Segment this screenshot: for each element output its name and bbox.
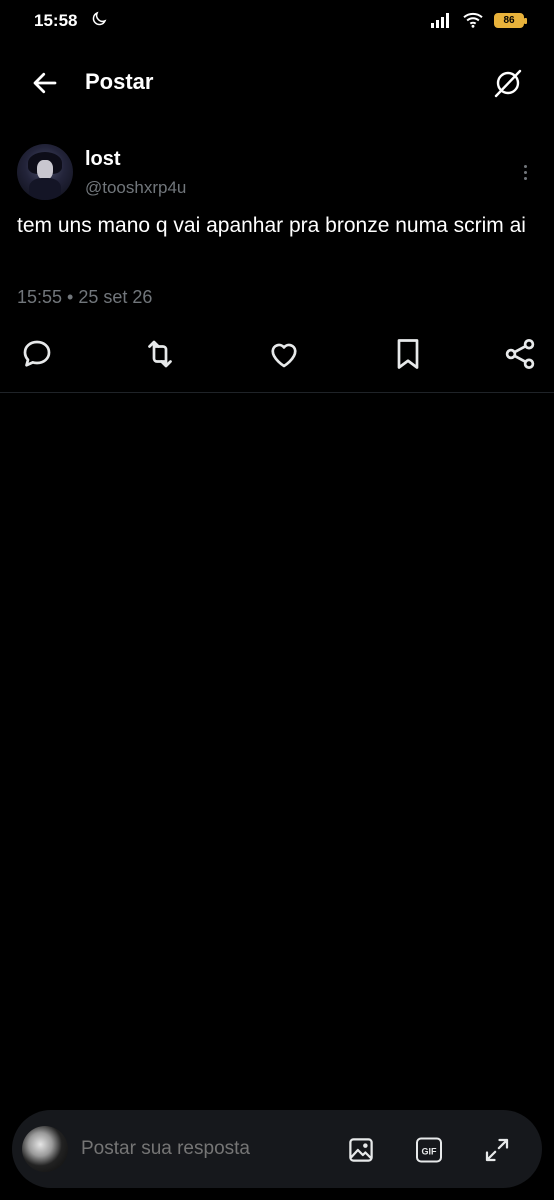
share-icon[interactable]: [502, 336, 538, 372]
author-avatar[interactable]: [17, 144, 73, 200]
gif-label: GIF: [422, 1147, 438, 1157]
reply-input[interactable]: [79, 1137, 323, 1161]
status-time: 15:58: [34, 11, 78, 30]
like-icon[interactable]: [266, 336, 302, 372]
dnd-moon-icon: [92, 11, 107, 26]
signal-icon: [431, 13, 449, 28]
expand-icon[interactable]: [482, 1135, 512, 1165]
user-avatar[interactable]: [22, 1126, 68, 1172]
back-arrow-icon[interactable]: [30, 68, 60, 98]
image-icon[interactable]: [346, 1135, 376, 1165]
battery-level: 86: [503, 14, 515, 26]
author-name[interactable]: lost: [85, 148, 121, 171]
repost-icon[interactable]: [142, 336, 178, 372]
reply-bar: GIF: [12, 1110, 542, 1188]
wifi-icon: [463, 12, 483, 28]
reply-icon[interactable]: [19, 336, 55, 372]
page-title: Postar: [85, 69, 154, 94]
post-text: tem uns mano q vai apanhar pra bronze nu…: [17, 214, 526, 237]
divider: [0, 392, 554, 393]
bookmark-icon[interactable]: [390, 336, 426, 372]
battery-icon: 86: [494, 12, 527, 28]
gif-icon[interactable]: GIF: [414, 1135, 444, 1165]
post-actions: [0, 336, 554, 372]
post-timestamp: 15:55 • 25 set 26: [17, 287, 153, 307]
status-icons: 86: [430, 11, 527, 29]
grok-icon[interactable]: [492, 67, 524, 99]
author-handle[interactable]: @tooshxrp4u: [85, 178, 186, 198]
more-options-icon[interactable]: [520, 162, 530, 184]
